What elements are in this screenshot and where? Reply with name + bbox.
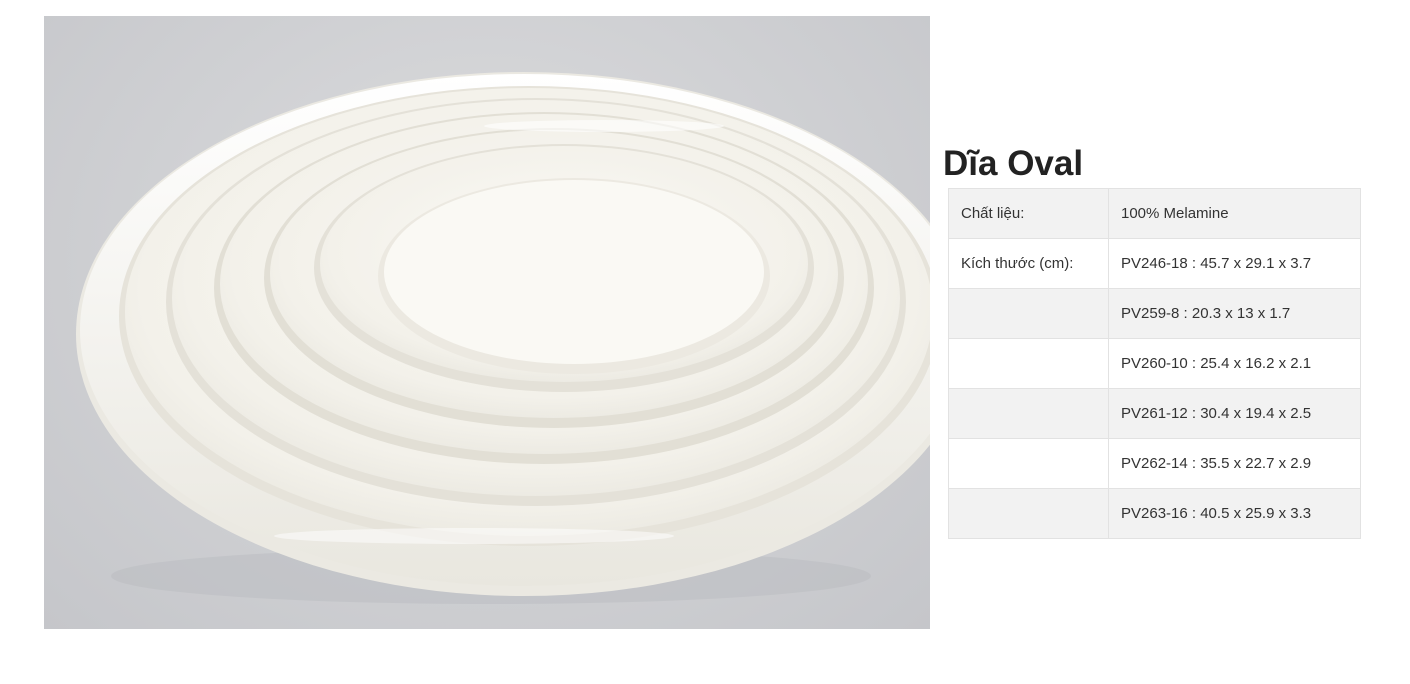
- spec-value: PV260-10 : 25.4 x 16.2 x 2.1: [1108, 338, 1361, 389]
- spec-label: Chất liệu:: [948, 188, 1109, 239]
- spec-label: [948, 288, 1109, 339]
- product-title: Dĩa Oval: [943, 144, 1084, 183]
- spec-label: [948, 388, 1109, 439]
- product-spec-table: Chất liệu: 100% Melamine Kích thước (cm)…: [948, 188, 1361, 539]
- spec-label: Kích thước (cm):: [948, 238, 1109, 289]
- product-photo: [44, 16, 930, 629]
- spec-row-size: Kích thước (cm): PV246-18 : 45.7 x 29.1 …: [948, 238, 1361, 289]
- spec-value: PV261-12 : 30.4 x 19.4 x 2.5: [1108, 388, 1361, 439]
- spec-row-size: PV259-8 : 20.3 x 13 x 1.7: [948, 288, 1361, 339]
- spec-value: 100% Melamine: [1108, 188, 1361, 239]
- spec-value: PV259-8 : 20.3 x 13 x 1.7: [1108, 288, 1361, 339]
- spec-row-size: PV263-16 : 40.5 x 25.9 x 3.3: [948, 488, 1361, 539]
- spec-value: PV246-18 : 45.7 x 29.1 x 3.7: [1108, 238, 1361, 289]
- stacked-plates-illustration: [76, 72, 930, 604]
- spec-row-size: PV260-10 : 25.4 x 16.2 x 2.1: [948, 338, 1361, 389]
- spec-label: [948, 438, 1109, 489]
- spec-label: [948, 488, 1109, 539]
- spec-row-material: Chất liệu: 100% Melamine: [948, 188, 1361, 239]
- spec-value: PV263-16 : 40.5 x 25.9 x 3.3: [1108, 488, 1361, 539]
- spec-value: PV262-14 : 35.5 x 22.7 x 2.9: [1108, 438, 1361, 489]
- product-page: Dĩa Oval Chất liệu: 100% Melamine Kích t…: [0, 0, 1410, 684]
- spec-row-size: PV261-12 : 30.4 x 19.4 x 2.5: [948, 388, 1361, 439]
- spec-label: [948, 338, 1109, 389]
- spec-row-size: PV262-14 : 35.5 x 22.7 x 2.9: [948, 438, 1361, 489]
